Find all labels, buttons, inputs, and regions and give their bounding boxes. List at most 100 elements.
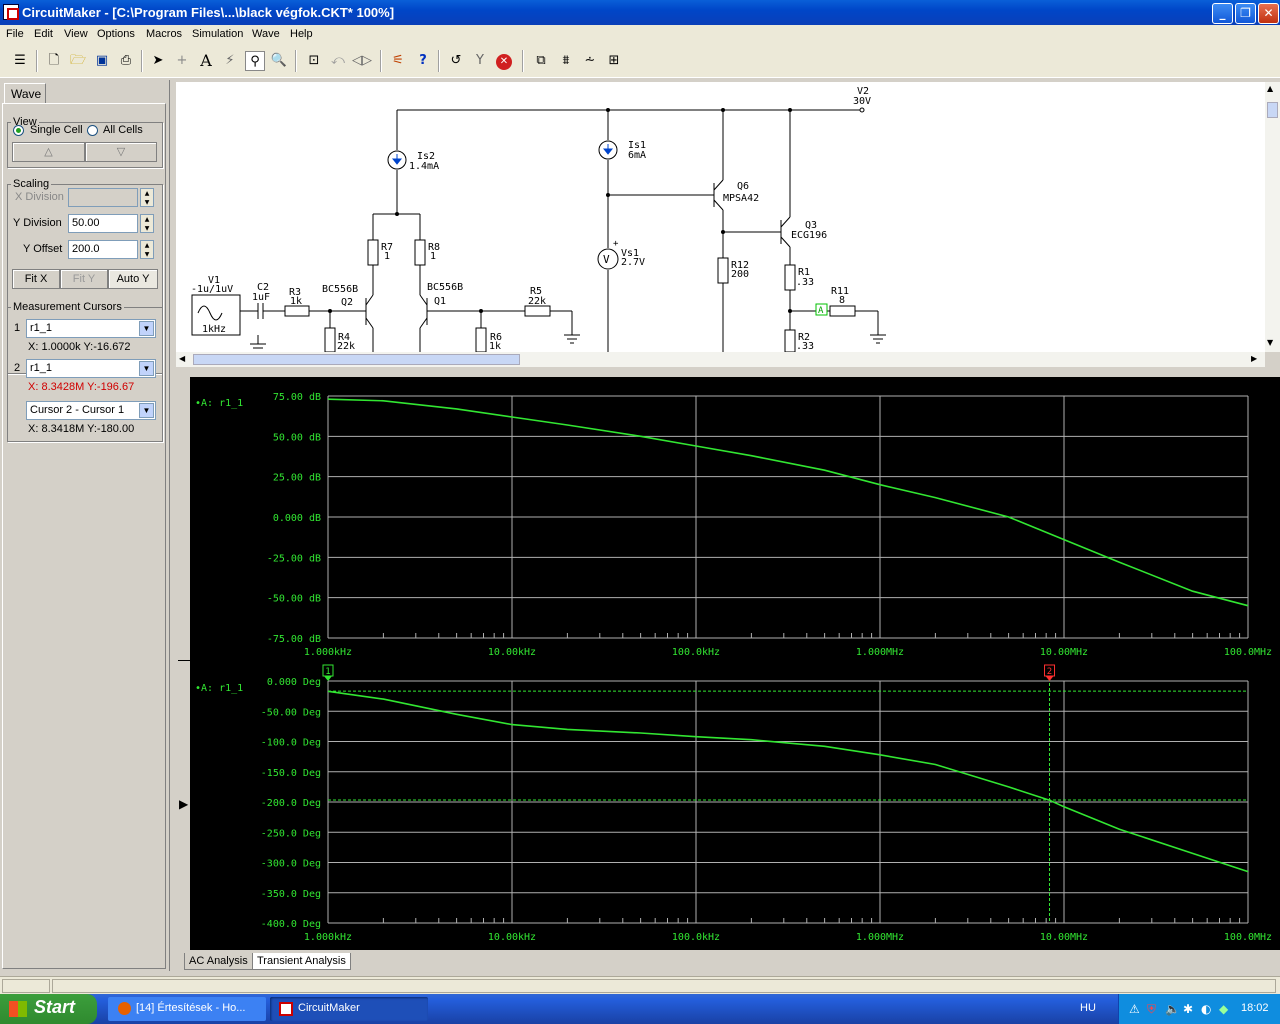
vs1-plus: + bbox=[613, 239, 619, 249]
close-button[interactable]: ✕ bbox=[1258, 3, 1279, 24]
menu-help[interactable]: Help bbox=[290, 28, 313, 40]
start-label: Start bbox=[34, 997, 76, 1017]
cursor1-select[interactable]: r1_1 ▼ bbox=[26, 319, 156, 338]
minimize-button[interactable]: _ bbox=[1212, 3, 1233, 24]
x-division-field[interactable] bbox=[68, 188, 138, 207]
x-division-stepper[interactable]: ▲ ▼ bbox=[140, 188, 154, 207]
save-icon[interactable]: ▣ bbox=[92, 51, 112, 71]
probe-tool-icon[interactable]: ⚲ bbox=[245, 51, 265, 71]
open-folder-icon[interactable]: 🗁 bbox=[68, 51, 88, 71]
circuitmaker-icon bbox=[279, 1002, 293, 1016]
display-icon[interactable]: ◐ bbox=[1201, 1002, 1211, 1016]
zoom-fit-icon[interactable]: ⊡ bbox=[304, 51, 324, 71]
menu-file[interactable]: File bbox=[6, 28, 24, 40]
analog-wave-icon[interactable]: ⩪ bbox=[580, 51, 600, 71]
scroll-right-icon[interactable]: ▶ bbox=[1251, 354, 1257, 363]
x-tick-label: 1.000kHz bbox=[304, 647, 352, 658]
y-tick-label: -250.0 Deg bbox=[261, 828, 321, 839]
waveform-plots: 1.000kHz 10.00kHz 100.0kHz 1.000MHz 10.00MHz… bbox=[195, 392, 1272, 943]
netlist-icon[interactable]: ⚟ bbox=[388, 51, 408, 71]
y-division-field[interactable]: 50.00 bbox=[68, 214, 138, 233]
schematic-canvas[interactable]: V2 30V Is2 1.4mA Is1 6mA Q6 MPSA42 Q3 EC… bbox=[176, 82, 1265, 352]
text-tool-icon[interactable]: A bbox=[196, 51, 216, 71]
probe-a-marker[interactable]: A bbox=[818, 306, 824, 316]
menu-wave[interactable]: Wave bbox=[252, 28, 280, 40]
volume-icon[interactable]: 🔈 bbox=[1165, 1002, 1180, 1016]
menu-view[interactable]: View bbox=[64, 28, 88, 40]
step-icon[interactable]: Y bbox=[470, 51, 490, 71]
cell-down-button[interactable]: ▽ bbox=[85, 142, 157, 162]
y-division-stepper[interactable]: ▲ ▼ bbox=[140, 214, 154, 233]
menu-macros[interactable]: Macros bbox=[146, 28, 182, 40]
waveform-window[interactable]: 1.000kHz 10.00kHz 100.0kHz 1.000MHz 10.00MHz… bbox=[176, 377, 1280, 950]
new-file-icon[interactable]: 🗋 bbox=[44, 51, 64, 71]
horizontal-scroll-thumb[interactable] bbox=[193, 354, 520, 365]
all-cells-radio[interactable] bbox=[87, 125, 98, 136]
stop-icon[interactable]: ✕ bbox=[494, 51, 514, 71]
r7-value: 1 bbox=[384, 251, 390, 262]
zoom-tool-icon[interactable]: 🔍 bbox=[269, 51, 289, 71]
fit-x-button[interactable]: Fit X bbox=[12, 269, 60, 289]
bus-tool-icon[interactable]: ⚡ bbox=[220, 51, 240, 71]
series-legend: •A: r1_1 bbox=[195, 398, 243, 409]
maximize-button[interactable]: ❐ bbox=[1235, 3, 1256, 24]
network-icon[interactable]: ⚠ bbox=[1129, 1002, 1140, 1016]
menu-options[interactable]: Options bbox=[97, 28, 135, 40]
chevron-down-icon[interactable]: ▼ bbox=[139, 403, 154, 418]
help-icon[interactable]: ? bbox=[413, 51, 433, 71]
device-library-icon[interactable]: ☰ bbox=[10, 51, 30, 71]
r3-value: 1k bbox=[290, 296, 302, 307]
cursor1-number: 1 bbox=[14, 322, 21, 334]
scroll-up-icon[interactable]: ▲ bbox=[1267, 84, 1273, 93]
task-circuitmaker[interactable]: CircuitMaker bbox=[270, 997, 428, 1021]
scroll-down-icon[interactable]: ▼ bbox=[1267, 338, 1273, 347]
bluetooth-icon[interactable]: ✱ bbox=[1183, 1002, 1193, 1016]
clock: 18:02 bbox=[1241, 1002, 1269, 1014]
cursor-diff-select[interactable]: Cursor 2 - Cursor 1 ▼ bbox=[26, 401, 156, 420]
splitter-handle[interactable] bbox=[178, 660, 190, 661]
reset-icon[interactable]: ↺ bbox=[446, 51, 466, 71]
chevron-down-icon[interactable]: ▼ bbox=[139, 321, 154, 336]
vertical-scroll-thumb[interactable] bbox=[1267, 102, 1278, 118]
chevron-down-icon[interactable]: ▼ bbox=[139, 361, 154, 376]
menu-bar: File Edit View Options Macros Simulation… bbox=[0, 25, 1280, 45]
language-indicator[interactable]: HU bbox=[1080, 1002, 1096, 1014]
nvidia-icon[interactable]: ◆ bbox=[1219, 1002, 1228, 1016]
start-button[interactable]: Start bbox=[0, 994, 97, 1024]
y-tick-label: 50.00 dB bbox=[273, 432, 321, 443]
auto-y-button[interactable]: Auto Y bbox=[108, 269, 158, 289]
print-icon[interactable]: ⎙ bbox=[116, 51, 136, 71]
y-tick-label: -300.0 Deg bbox=[261, 859, 321, 870]
wave-panel: Wave View Single Cell All Cells △ ▽ Scal… bbox=[0, 80, 170, 971]
schematic-vertical-scrollbar[interactable]: ▲ ▼ bbox=[1265, 82, 1280, 352]
menu-simulation[interactable]: Simulation bbox=[192, 28, 243, 40]
arrow-tool-icon[interactable]: ➤ bbox=[148, 51, 168, 71]
wire-tool-icon[interactable]: + bbox=[172, 51, 192, 71]
tab-transient-analysis[interactable]: Transient Analysis bbox=[252, 953, 351, 970]
shield-icon[interactable]: ⛨ bbox=[1147, 1002, 1156, 1017]
probe-trace-icon[interactable]: ⧉ bbox=[531, 51, 551, 71]
y-offset-field[interactable]: 200.0 bbox=[68, 240, 138, 259]
y-tick-label: -75.00 dB bbox=[267, 634, 321, 645]
app-icon[interactable] bbox=[3, 4, 19, 20]
y-offset-stepper[interactable]: ▲ ▼ bbox=[140, 240, 154, 259]
single-cell-radio[interactable] bbox=[13, 125, 24, 136]
task-firefox[interactable]: [14] Értesítések - Ho... bbox=[108, 997, 266, 1021]
window-title: CircuitMaker - [C:\Program Files\...\bla… bbox=[22, 5, 395, 20]
scroll-left-icon[interactable]: ◀ bbox=[179, 354, 185, 363]
cell-up-button[interactable]: △ bbox=[12, 142, 85, 162]
cursor2-select[interactable]: r1_1 ▼ bbox=[26, 359, 156, 378]
digital-wave-icon[interactable]: ⊞ bbox=[604, 51, 624, 71]
toolbar-separator bbox=[380, 50, 382, 72]
y-tick-label: 75.00 dB bbox=[273, 392, 321, 403]
tab-ac-analysis[interactable]: AC Analysis bbox=[184, 953, 253, 970]
fit-y-button[interactable]: Fit Y bbox=[60, 269, 108, 289]
cursor-marker-label: 2 bbox=[1047, 667, 1052, 677]
rotate-icon[interactable]: ⤺ bbox=[328, 51, 348, 71]
waveform-icon[interactable]: ⩩ bbox=[556, 51, 576, 71]
menu-edit[interactable]: Edit bbox=[34, 28, 53, 40]
schematic-horizontal-scrollbar[interactable]: ◀ ▶ bbox=[176, 352, 1265, 367]
mirror-icon[interactable]: ◁▷ bbox=[352, 51, 372, 71]
tab-wave[interactable]: Wave bbox=[4, 83, 46, 103]
r6-value: 1k bbox=[489, 341, 501, 352]
